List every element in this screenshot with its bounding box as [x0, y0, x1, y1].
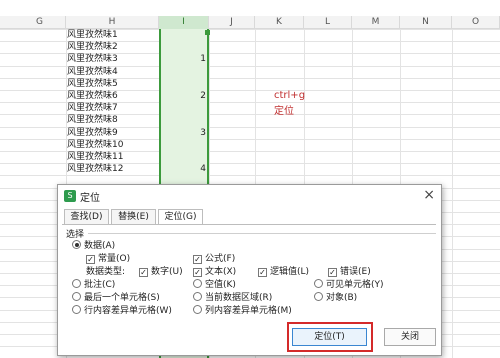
- col-header-g[interactable]: G: [14, 16, 66, 29]
- cell-h[interactable]: 风里孜然味9: [67, 127, 118, 139]
- locate-button[interactable]: 定位(T): [292, 328, 367, 346]
- column-header-row: G H I J K L M N O: [0, 16, 500, 29]
- option-constant[interactable]: ✓ 常量(O): [86, 253, 130, 265]
- option-objects[interactable]: 对象(B): [314, 292, 357, 304]
- col-header-h[interactable]: H: [66, 16, 159, 29]
- radio-icon: [314, 279, 323, 288]
- cell-h[interactable]: 风里孜然味6: [67, 90, 118, 102]
- tab-divider: [62, 224, 436, 225]
- checkbox-checked-icon: ✓: [193, 268, 202, 277]
- option-col-diff[interactable]: 列内容差异单元格(M): [193, 305, 292, 317]
- cell-h[interactable]: 风里孜然味3: [67, 53, 118, 65]
- option-error-label: 错误(E): [340, 267, 371, 277]
- option-formula[interactable]: ✓ 公式(F): [193, 253, 235, 265]
- radio-icon: [314, 292, 323, 301]
- group-divider: [88, 233, 436, 234]
- tab-find[interactable]: 查找(D): [64, 209, 109, 224]
- option-current-region-label: 当前数据区域(R): [205, 293, 273, 303]
- cell-h[interactable]: 风里孜然味4: [67, 66, 118, 78]
- col-header-o[interactable]: O: [452, 16, 500, 29]
- cell-h[interactable]: 风里孜然味12: [67, 163, 123, 175]
- option-last-cell-label: 最后一个单元格(S): [84, 293, 160, 303]
- option-formula-label: 公式(F): [205, 254, 236, 264]
- col-header-l[interactable]: L: [304, 16, 352, 29]
- dialog-titlebar[interactable]: S 定位 ×: [58, 185, 441, 207]
- option-current-region[interactable]: 当前数据区域(R): [193, 292, 272, 304]
- col-header-i[interactable]: I: [159, 16, 209, 29]
- option-row-diff-label: 行内容差异单元格(W): [84, 306, 172, 316]
- note-locate: 定位: [274, 106, 294, 117]
- close-icon[interactable]: ×: [423, 187, 435, 203]
- section-label-select: 选择: [66, 230, 85, 240]
- goto-dialog: S 定位 × 查找(D) 替换(E) 定位(G) 选择 数据(A) ✓ 常量(O)…: [57, 184, 442, 356]
- cell-i[interactable]: 4: [161, 163, 206, 175]
- radio-icon: [72, 240, 81, 249]
- option-logical-label: 逻辑值(L): [270, 267, 310, 277]
- col-header-m[interactable]: M: [352, 16, 400, 29]
- cell-i[interactable]: 1: [161, 53, 206, 65]
- option-error[interactable]: ✓ 错误(E): [328, 266, 371, 278]
- checkbox-checked-icon: ✓: [193, 255, 202, 264]
- option-constant-label: 常量(O): [98, 254, 131, 264]
- cell-h[interactable]: 风里孜然味10: [67, 139, 123, 151]
- cell-h[interactable]: 风里孜然味5: [67, 78, 118, 90]
- col-header-k[interactable]: K: [255, 16, 304, 29]
- option-last-cell[interactable]: 最后一个单元格(S): [72, 292, 160, 304]
- option-number-label: 数字(U): [151, 267, 183, 277]
- data-type-label: 数据类型:: [86, 267, 126, 277]
- checkbox-checked-icon: ✓: [86, 255, 95, 264]
- cell-i[interactable]: 2: [161, 90, 206, 102]
- radio-icon: [193, 305, 202, 314]
- col-header-n[interactable]: N: [400, 16, 452, 29]
- option-visible-label: 可见单元格(Y): [326, 280, 384, 290]
- note-shortcut: ctrl+g: [274, 90, 306, 101]
- dialog-title: 定位: [80, 193, 100, 204]
- checkbox-checked-icon: ✓: [139, 268, 148, 277]
- option-objects-label: 对象(B): [326, 293, 358, 303]
- cell-h[interactable]: 风里孜然味2: [67, 41, 118, 53]
- option-blank[interactable]: 空值(K): [193, 279, 236, 291]
- option-data-label: 数据(A): [84, 241, 116, 251]
- option-col-diff-label: 列内容差异单元格(M): [205, 306, 292, 316]
- option-number[interactable]: ✓ 数字(U): [139, 266, 183, 278]
- cell-h[interactable]: 风里孜然味11: [67, 151, 123, 163]
- option-comment[interactable]: 批注(C): [72, 279, 115, 291]
- option-logical[interactable]: ✓ 逻辑值(L): [258, 266, 309, 278]
- option-visible[interactable]: 可见单元格(Y): [314, 279, 384, 291]
- cell-h[interactable]: 风里孜然味7: [67, 102, 118, 114]
- radio-icon: [72, 292, 81, 301]
- cell-h[interactable]: 风里孜然味8: [67, 114, 118, 126]
- fill-handle[interactable]: [205, 30, 210, 35]
- option-row-diff[interactable]: 行内容差异单元格(W): [72, 305, 172, 317]
- radio-icon: [72, 305, 81, 314]
- close-button[interactable]: 关闭: [384, 328, 436, 346]
- tab-goto[interactable]: 定位(G): [158, 209, 203, 225]
- option-text-label: 文本(X): [205, 267, 237, 277]
- option-comment-label: 批注(C): [84, 280, 116, 290]
- app-icon: S: [64, 190, 76, 202]
- grid-line: [0, 175, 500, 177]
- option-blank-label: 空值(K): [205, 280, 236, 290]
- radio-icon: [72, 279, 81, 288]
- option-text[interactable]: ✓ 文本(X): [193, 266, 236, 278]
- checkbox-checked-icon: ✓: [328, 268, 337, 277]
- radio-icon: [193, 292, 202, 301]
- checkbox-checked-icon: ✓: [258, 268, 267, 277]
- tab-replace[interactable]: 替换(E): [111, 209, 156, 224]
- cell-i[interactable]: 3: [161, 127, 206, 139]
- radio-icon: [193, 279, 202, 288]
- col-header-j[interactable]: J: [209, 16, 255, 29]
- cell-h[interactable]: 风里孜然味1: [67, 29, 118, 41]
- option-data[interactable]: 数据(A): [72, 240, 115, 252]
